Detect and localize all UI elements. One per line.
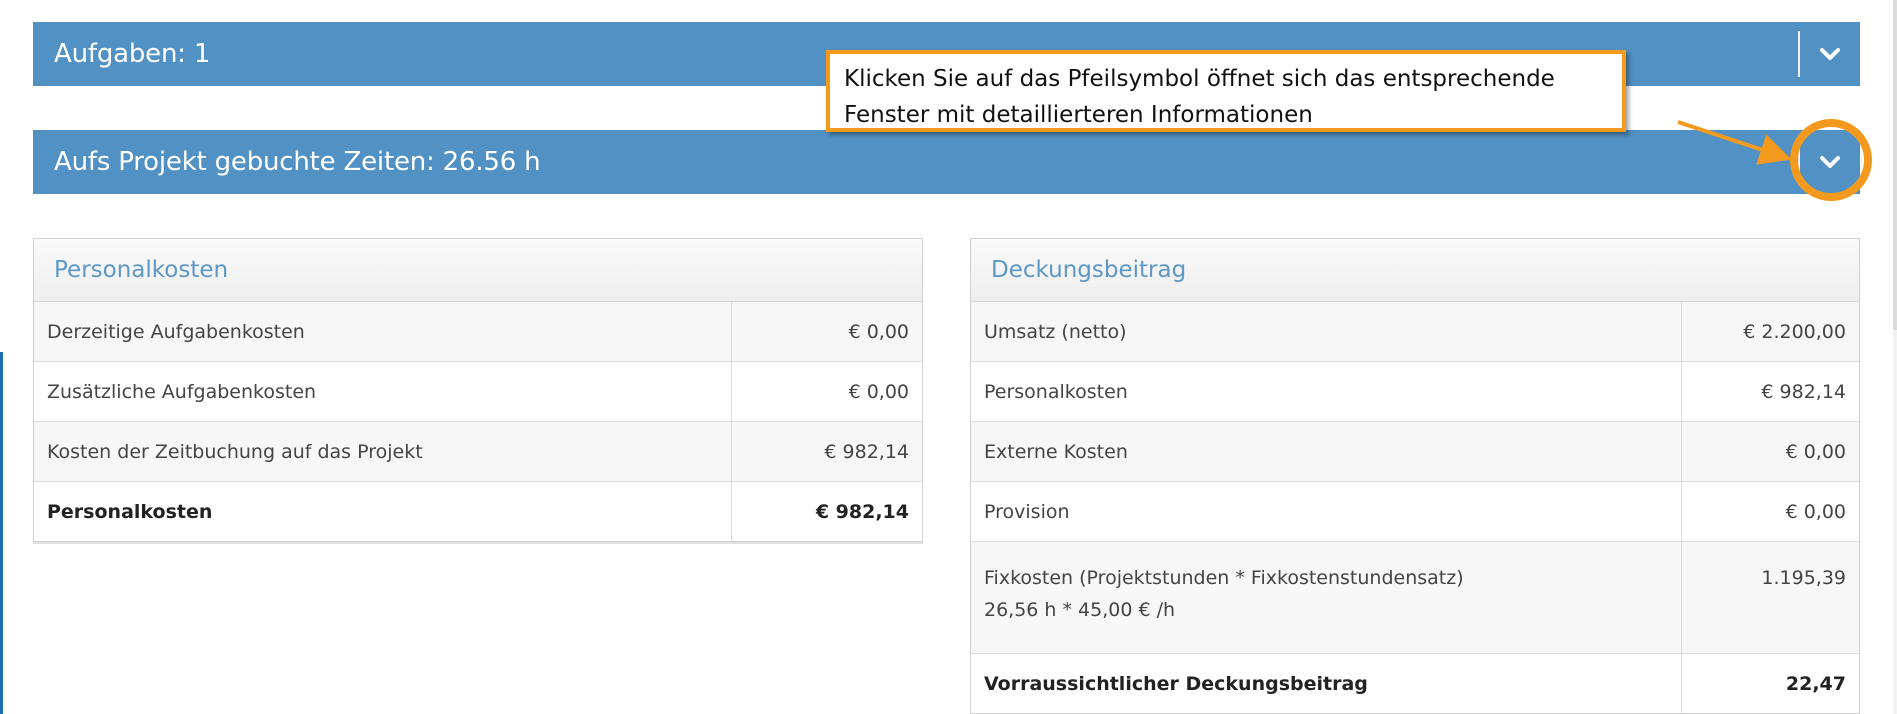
row-label: Fixkosten (Projektstunden * Fixkostenstu… (971, 541, 1681, 654)
row-value: € 0,00 (730, 302, 922, 362)
accordion-toggle-button[interactable] (1800, 130, 1860, 194)
accordion-title: Aufgaben: 1 (54, 39, 211, 69)
row-label: Kosten der Zeitbuchung auf das Projekt (34, 421, 731, 482)
row-value: € 0,00 (1680, 481, 1859, 542)
table-row: Externe Kosten € 0,00 (971, 421, 1859, 482)
row-value: € 982,14 (1680, 361, 1859, 422)
row-value: 1.195,39 (1680, 541, 1859, 654)
total-label: Vorraussichtlicher Deckungsbeitrag (971, 653, 1681, 713)
personalkosten-panel: Personalkosten Derzeitige Aufgabenkosten… (33, 238, 923, 542)
row-label: Externe Kosten (971, 421, 1681, 482)
annotation-callout: Klicken Sie auf das Pfeilsymbol öffnet s… (826, 50, 1626, 132)
table-row: Zusätzliche Aufgabenkosten € 0,00 (34, 361, 922, 422)
row-label: Provision (971, 481, 1681, 542)
total-row: Vorraussichtlicher Deckungsbeitrag 22,47 (971, 653, 1859, 713)
deckungsbeitrag-table: Umsatz (netto) € 2.200,00 Personalkosten… (971, 302, 1859, 713)
row-label-main: Fixkosten (Projektstunden * Fixkostenstu… (984, 567, 1464, 589)
left-edge-bar (0, 352, 3, 714)
row-value: € 0,00 (730, 361, 922, 422)
row-value: € 0,00 (1680, 421, 1859, 482)
row-value: € 2.200,00 (1680, 302, 1859, 362)
scrollbar-thumb[interactable] (1893, 0, 1897, 330)
accordion-title: Aufs Projekt gebuchte Zeiten: 26.56 h (54, 147, 541, 177)
panel-title: Personalkosten (34, 239, 922, 302)
personalkosten-table: Derzeitige Aufgabenkosten € 0,00 Zusätzl… (34, 302, 922, 541)
row-label: Umsatz (netto) (971, 302, 1681, 362)
total-value: € 982,14 (730, 481, 922, 541)
accordion-gebuchte-zeiten[interactable]: Aufs Projekt gebuchte Zeiten: 26.56 h (33, 130, 1860, 194)
chevron-down-icon (1820, 156, 1840, 168)
row-label: Personalkosten (971, 361, 1681, 422)
row-sublabel: 26,56 h * 45,00 € /h (984, 599, 1176, 621)
scrollbar[interactable] (1893, 0, 1897, 714)
panel-title: Deckungsbeitrag (971, 239, 1859, 302)
total-value: 22,47 (1680, 653, 1859, 713)
total-row: Personalkosten € 982,14 (34, 481, 922, 541)
chevron-down-icon (1820, 48, 1840, 60)
row-label: Zusätzliche Aufgabenkosten (34, 361, 731, 422)
table-row: Umsatz (netto) € 2.200,00 (971, 302, 1859, 362)
table-row: Derzeitige Aufgabenkosten € 0,00 (34, 302, 922, 362)
deckungsbeitrag-panel: Deckungsbeitrag Umsatz (netto) € 2.200,0… (970, 238, 1860, 714)
row-value: € 982,14 (730, 421, 922, 482)
table-row: Personalkosten € 982,14 (971, 361, 1859, 422)
callout-line: Fenster mit detaillierteren Informatione… (844, 102, 1313, 128)
row-label: Derzeitige Aufgabenkosten (34, 302, 731, 362)
table-row: Provision € 0,00 (971, 481, 1859, 542)
table-row: Fixkosten (Projektstunden * Fixkostenstu… (971, 541, 1859, 654)
callout-line: Klicken Sie auf das Pfeilsymbol öffnet s… (844, 66, 1555, 92)
table-row: Kosten der Zeitbuchung auf das Projekt €… (34, 421, 922, 482)
total-label: Personalkosten (34, 481, 731, 541)
accordion-toggle-button[interactable] (1800, 22, 1860, 86)
